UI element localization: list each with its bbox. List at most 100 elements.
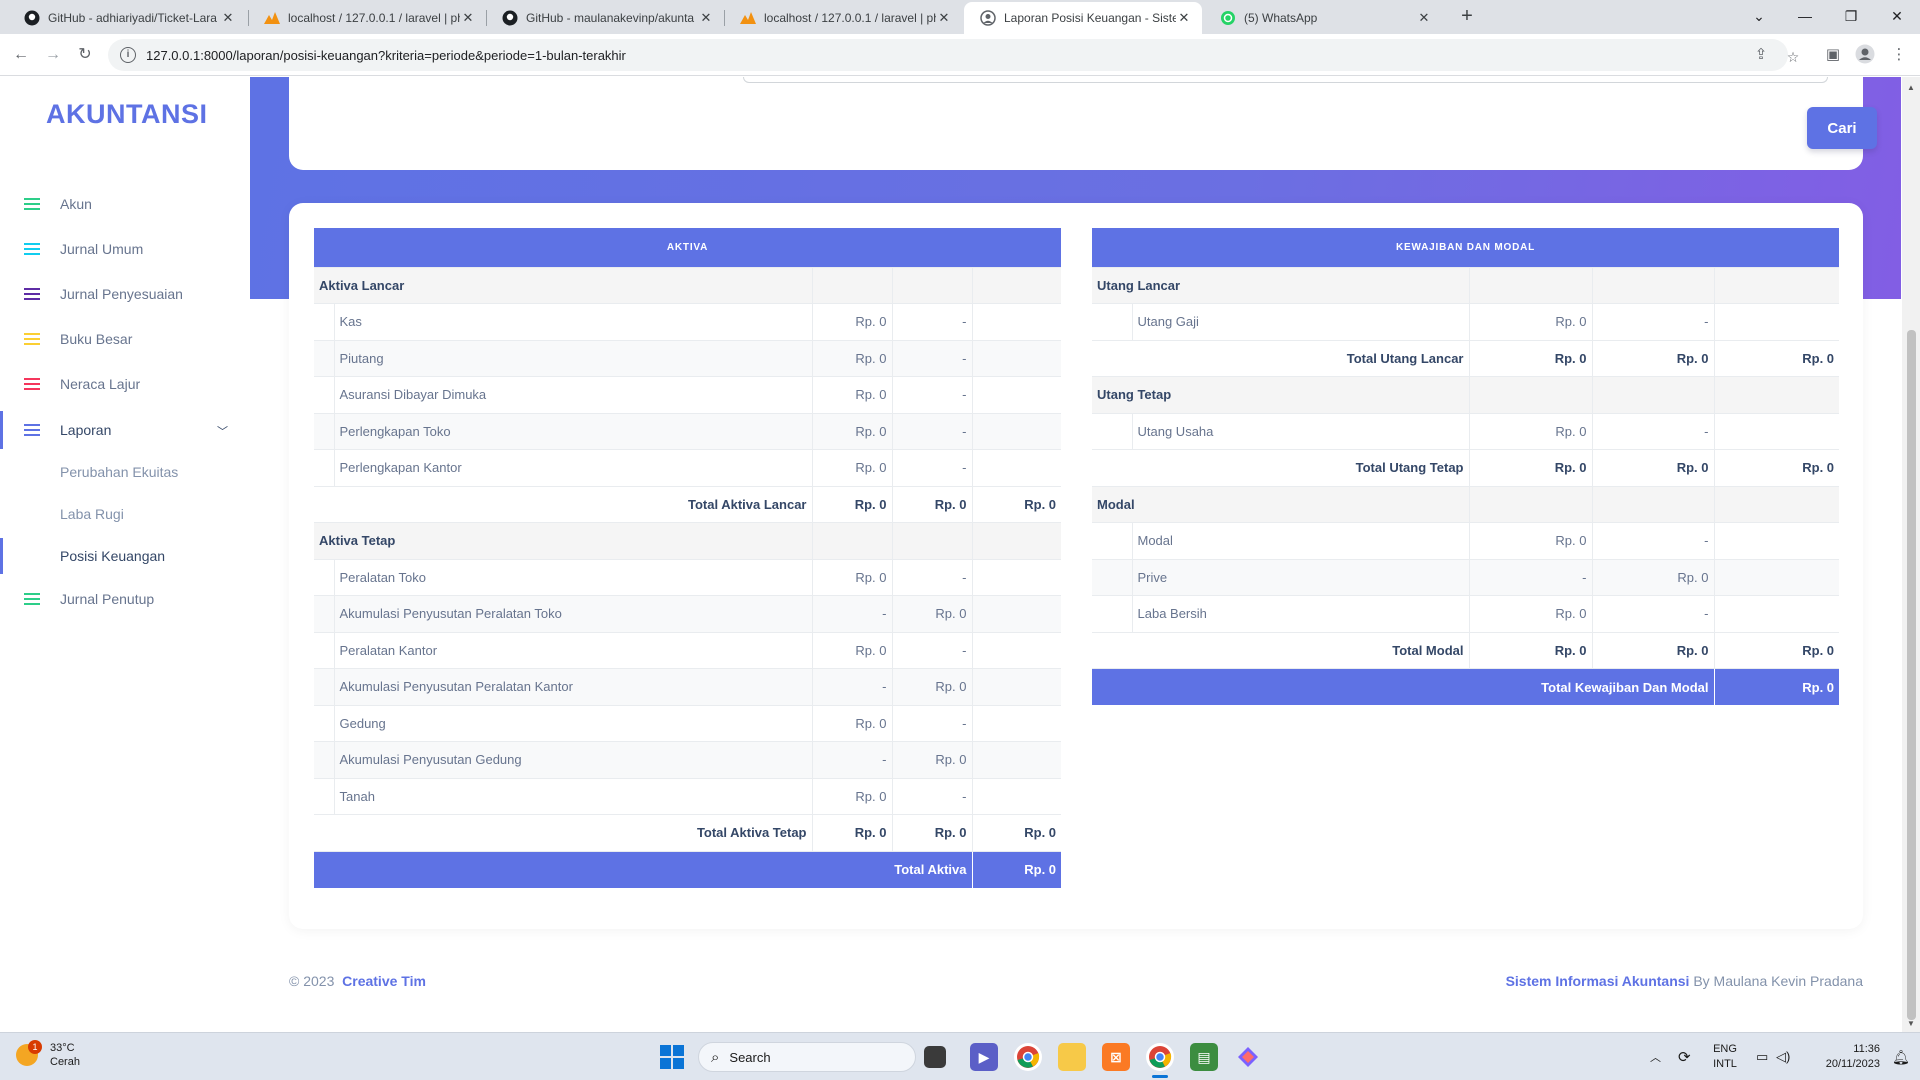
account-name: Asuransi Dibayar Dimuka <box>334 376 812 414</box>
subtotal-row: Total Aktiva Lancar Rp. 0 Rp. 0 Rp. 0 <box>314 486 1062 523</box>
browser-tab[interactable]: GitHub - maulanakevinp/akunta ✕ <box>486 2 724 34</box>
browser-tab-active[interactable]: Laporan Posisi Keuangan - Siste ✕ <box>964 2 1202 34</box>
bookmark-star-icon[interactable]: ☆ <box>1782 46 1804 68</box>
subtotal-value: Rp. 0 <box>1713 632 1840 669</box>
list-icon <box>24 287 40 301</box>
teams-chat-icon[interactable]: ▶ <box>970 1043 998 1071</box>
forward-arrow-icon[interactable]: → <box>42 44 64 66</box>
app-favicon-icon <box>980 10 996 26</box>
table-row: Tanah Rp. 0- <box>314 778 1062 815</box>
total-value <box>971 668 1062 706</box>
xampp-icon[interactable]: ⊠ <box>1102 1043 1130 1071</box>
credit-value: Rp. 0 <box>891 668 972 706</box>
debit-value: - <box>811 595 892 633</box>
reload-icon[interactable]: ↻ <box>74 44 96 66</box>
browser-tab[interactable]: localhost / 127.0.0.1 / laravel | ph ✕ <box>724 2 962 34</box>
chart-app-icon[interactable]: ▤ <box>1190 1043 1218 1071</box>
phpmyadmin-icon <box>264 10 280 26</box>
url-input[interactable]: i 127.0.0.1:8000/laporan/posisi-keuangan… <box>108 39 1788 71</box>
account-name: Peralatan Toko <box>334 559 812 596</box>
sidebar-item-jurnal-penutup[interactable]: Jurnal Penutup <box>0 584 250 614</box>
filter-input[interactable] <box>743 77 1828 83</box>
subtotal-debit: Rp. 0 <box>811 486 892 523</box>
close-tab-icon[interactable]: ✕ <box>460 10 476 26</box>
browser-tab[interactable]: GitHub - adhiariyadi/Ticket-Lara ✕ <box>8 2 246 34</box>
sidebar-item-buku-besar[interactable]: Buku Besar <box>0 324 250 354</box>
back-arrow-icon[interactable]: ← <box>10 44 32 66</box>
subtotal-label: Total Aktiva Tetap <box>314 814 812 852</box>
grand-total-value: Rp. 0 <box>1713 668 1840 705</box>
aktiva-table: AKTIVA Aktiva Lancar Kas Rp. 0- Piutang Rp. … <box>314 228 1062 888</box>
subtotal-label: Total Modal <box>1092 632 1469 669</box>
close-window-button[interactable]: ✕ <box>1882 4 1912 28</box>
windows-start-icon[interactable] <box>660 1045 684 1069</box>
notification-badge: 1 <box>28 1040 42 1054</box>
sidebar-item-jurnal-penyesuaian[interactable]: Jurnal Penyesuaian <box>0 279 250 309</box>
subtotal-row: Total Utang Lancar Rp. 0 Rp. 0 Rp. 0 <box>1092 340 1840 377</box>
sidebar-item-laporan[interactable]: Laporan ﹀ <box>0 411 250 449</box>
task-view-icon[interactable] <box>924 1046 946 1068</box>
total-value <box>971 741 1062 779</box>
account-name: Utang Usaha <box>1132 413 1469 450</box>
input-language[interactable]: ENG INTL <box>1705 1042 1745 1072</box>
subtotal-debit: Rp. 0 <box>811 814 892 852</box>
scrollbar-thumb[interactable] <box>1907 330 1916 1020</box>
grand-total-row: Total Kewajiban Dan Modal Rp. 0 <box>1092 668 1840 705</box>
chevron-down-icon: ﹀ <box>217 426 228 438</box>
browser-tab[interactable]: localhost / 127.0.0.1 / laravel | ph ✕ <box>248 2 486 34</box>
footer-copyright: © 2023 <box>289 973 335 989</box>
minimize-button[interactable]: — <box>1790 4 1820 28</box>
close-tab-icon[interactable]: ✕ <box>1176 10 1192 26</box>
chrome-active-icon[interactable] <box>1146 1043 1174 1071</box>
page-scrollbar[interactable]: ▲ ▼ <box>1902 77 1920 1032</box>
profile-avatar-icon[interactable] <box>1854 44 1876 66</box>
site-info-icon[interactable]: i <box>120 47 136 63</box>
total-value <box>1713 303 1840 341</box>
tray-overflow-chevron-icon[interactable]: ︿ <box>1650 1033 1661 1080</box>
brand-logo[interactable]: AKUNTANSI <box>46 99 208 130</box>
debit-value: Rp. 0 <box>811 340 892 377</box>
share-icon[interactable]: ⇪ <box>1750 44 1772 66</box>
file-explorer-icon[interactable] <box>1058 1043 1086 1071</box>
side-panel-icon[interactable]: ▣ <box>1822 44 1844 66</box>
sidebar-subitem-posisi-keuangan[interactable]: Posisi Keuangan <box>0 538 250 574</box>
browser-tab[interactable]: (5) WhatsApp ✕ <box>1204 2 1442 34</box>
credit-value: - <box>891 303 972 341</box>
kewajiban-modal-table: KEWAJIBAN DAN MODAL Utang Lancar Utang Ga… <box>1092 228 1840 705</box>
scroll-up-icon[interactable]: ▲ <box>1907 83 1915 92</box>
sidebar-item-jurnal-umum[interactable]: Jurnal Umum <box>0 234 250 264</box>
table-row: Utang Usaha Rp. 0- <box>1092 413 1840 450</box>
sidebar-subitem-laba-rugi[interactable]: Laba Rugi <box>0 499 250 529</box>
subtotal-debit: Rp. 0 <box>1468 449 1592 487</box>
chrome-icon[interactable] <box>1014 1043 1042 1071</box>
git-app-icon[interactable] <box>1234 1043 1262 1071</box>
sidebar-item-neraca-lajur[interactable]: Neraca Lajur <box>0 369 250 399</box>
sync-icon[interactable]: ⟳ <box>1678 1033 1691 1080</box>
tab-search-chevron-icon[interactable]: ⌄ <box>1744 4 1774 28</box>
network-icon[interactable]: ▭ <box>1756 1033 1768 1080</box>
list-icon <box>24 197 40 211</box>
close-tab-icon[interactable]: ✕ <box>698 10 714 26</box>
sidebar-item-akun[interactable]: Akun <box>0 189 250 219</box>
close-tab-icon[interactable]: ✕ <box>220 10 236 26</box>
weather-widget[interactable]: 1 33°C Cerah <box>16 1040 80 1069</box>
browser-menu-icon[interactable]: ⋮ <box>1888 44 1910 66</box>
close-tab-icon[interactable]: ✕ <box>936 10 952 26</box>
close-tab-icon[interactable]: ✕ <box>1416 10 1432 26</box>
sidebar-subitem-perubahan-ekuitas[interactable]: Perubahan Ekuitas <box>0 457 250 487</box>
system-clock[interactable]: 11:36 20/11/2023 <box>1810 1042 1880 1072</box>
new-tab-button[interactable]: + <box>1455 6 1479 28</box>
section-label: Aktiva Lancar <box>314 267 812 304</box>
table-row: Peralatan Toko Rp. 0- <box>314 559 1062 596</box>
volume-icon[interactable]: ◁) <box>1776 1033 1790 1080</box>
restore-button[interactable]: ❐ <box>1836 4 1866 28</box>
notifications-bell-icon[interactable]: 🔔︎ <box>1892 1033 1910 1080</box>
scroll-down-icon[interactable]: ▼ <box>1907 1019 1915 1028</box>
account-name: Akumulasi Penyusutan Peralatan Kantor <box>334 668 812 706</box>
taskbar-search[interactable]: ⌕ Search <box>698 1042 916 1072</box>
footer-team-link[interactable]: Creative Tim <box>342 973 426 989</box>
search-button[interactable]: Cari <box>1807 107 1877 149</box>
total-value <box>1713 413 1840 450</box>
footer-app-link[interactable]: Sistem Informasi Akuntansi <box>1506 973 1690 989</box>
credit-value: - <box>891 340 972 377</box>
